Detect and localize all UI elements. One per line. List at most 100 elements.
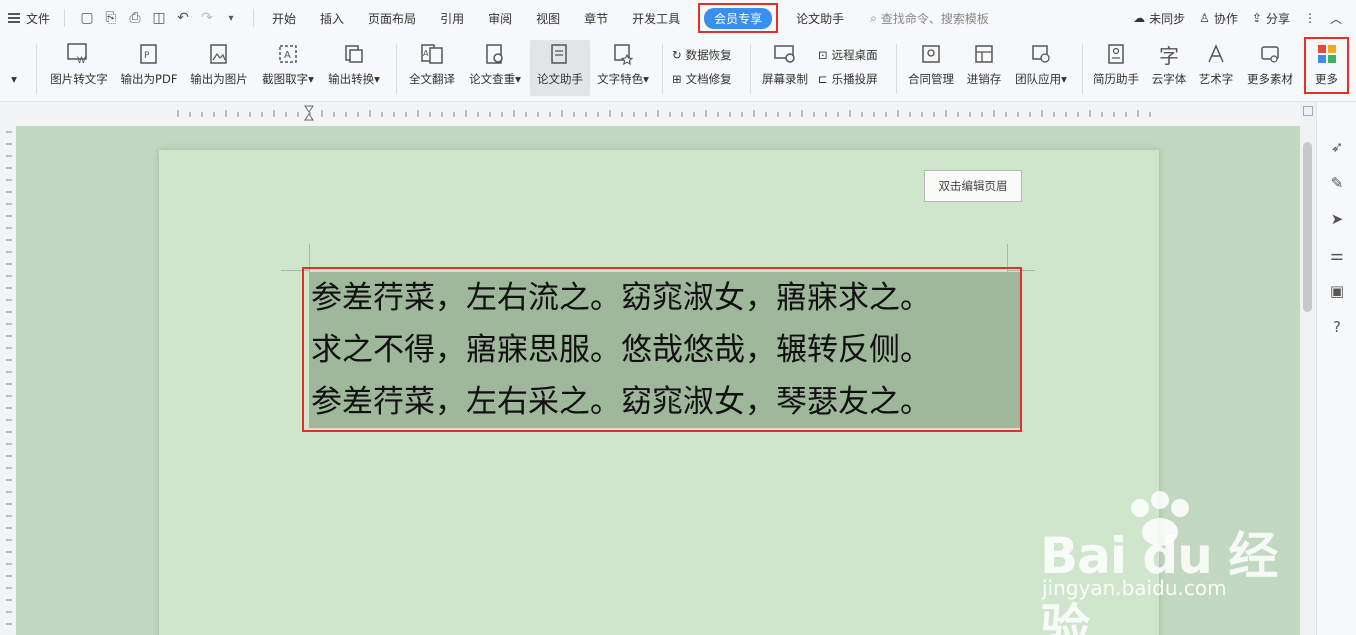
collapse-ribbon-icon[interactable]: ︿: [1330, 10, 1342, 27]
share-label: 分享: [1265, 11, 1290, 26]
tab-sections[interactable]: 章节: [572, 0, 620, 36]
ribbon: ▾ W 图片转文字 P 输出为PDF 输出为图片 A 截图取字▾ 输出转换▾ A: [0, 36, 1356, 102]
word-art-button[interactable]: 艺术字: [1194, 40, 1238, 96]
pdf-icon: P: [135, 40, 163, 68]
screenshot-ocr-button[interactable]: A 截图取字▾: [256, 40, 320, 96]
more-options-icon[interactable]: ⋮: [1304, 11, 1316, 25]
separator: [662, 44, 663, 94]
watermark-url: jingyan.baidu.com: [1042, 576, 1227, 600]
scrollbar-thumb[interactable]: [1303, 142, 1312, 312]
separator: [896, 44, 897, 94]
export-convert-button[interactable]: 输出转换▾: [324, 40, 384, 96]
cast-screen-button[interactable]: ⊏ 乐播投屏: [818, 68, 878, 90]
repair-icon: ⊞: [672, 72, 682, 86]
image-settings-icon[interactable]: ▣: [1328, 282, 1346, 300]
image-to-text-button[interactable]: W 图片转文字: [46, 40, 112, 96]
ribbon-tabs: 开始 插入 页面布局 引用 审阅 视图 章节 开发工具 会员专享 论文助手: [260, 0, 856, 36]
cast-icon: ⊏: [818, 72, 828, 86]
full-translate-button[interactable]: A 全文翻译: [402, 40, 462, 96]
font-icon: 字: [1159, 43, 1179, 68]
translate-icon: A: [418, 40, 446, 68]
screen-record-icon: [771, 40, 799, 68]
save-icon[interactable]: ▢: [77, 8, 97, 28]
edit-header-tip[interactable]: 双击编辑页眉: [924, 170, 1022, 202]
plagiarism-check-button[interactable]: 论文查重▾: [464, 40, 526, 96]
remote-desktop-button[interactable]: ⊡ 远程桌面: [818, 44, 878, 66]
user-icon: ♙: [1199, 11, 1210, 25]
more-materials-button[interactable]: 更多素材: [1242, 40, 1298, 96]
file-menu-label: 文件: [26, 11, 51, 26]
vertical-scrollbar[interactable]: [1300, 102, 1316, 635]
print-preview-icon[interactable]: ◫: [149, 8, 169, 28]
tab-member-exclusive-label: 会员专享: [704, 7, 773, 29]
redo-icon[interactable]: ↷: [197, 8, 217, 28]
data-recovery-button[interactable]: ↻ 数据恢复: [672, 44, 732, 66]
sync-label: 未同步: [1149, 11, 1186, 26]
resume-assistant-button[interactable]: 简历助手: [1088, 40, 1144, 96]
scroll-top-icon[interactable]: [1303, 106, 1313, 116]
pen-icon[interactable]: ✎: [1328, 174, 1346, 192]
collaborate-button[interactable]: ♙ 协作: [1199, 10, 1238, 27]
sync-status[interactable]: ☁ 未同步: [1133, 10, 1185, 27]
tab-member-exclusive[interactable]: 会员专享: [698, 3, 779, 33]
separator: [750, 44, 751, 94]
print-icon[interactable]: ⎙: [125, 8, 145, 28]
export-pdf-button[interactable]: P 输出为PDF: [116, 40, 182, 96]
word-art-icon: [1202, 40, 1230, 68]
cursor-icon[interactable]: ➤: [1328, 210, 1346, 228]
rocket-icon[interactable]: ➶: [1328, 138, 1346, 156]
tab-review[interactable]: 审阅: [476, 0, 524, 36]
tab-start[interactable]: 开始: [260, 0, 308, 36]
quick-access-toolbar: ▢ ⎘ ⎙ ◫ ↶ ↷ ▾: [71, 8, 247, 28]
convert-icon: [340, 40, 368, 68]
image-to-text-icon: W: [65, 40, 93, 68]
ruler-ticks: [177, 105, 1151, 121]
contract-icon: [917, 40, 945, 68]
thesis-assistant-button[interactable]: 论文助手: [530, 40, 590, 96]
document-repair-button[interactable]: ⊞ 文档修复: [672, 68, 732, 90]
export-pdf-icon[interactable]: ⎘: [101, 8, 121, 28]
file-menu[interactable]: 文件: [0, 0, 58, 36]
text-feature-button[interactable]: 文字特色▾: [592, 40, 654, 96]
svg-text:W: W: [77, 56, 86, 65]
materials-icon: [1256, 40, 1284, 68]
team-icon: [1027, 40, 1055, 68]
sliders-icon[interactable]: ⚌: [1328, 246, 1346, 264]
tab-insert[interactable]: 插入: [308, 0, 356, 36]
cloud-font-button[interactable]: 字 云字体: [1146, 40, 1192, 96]
document-page[interactable]: 双击编辑页眉 参差荇菜，左右流之。窈窕淑女，寤寐求之。 求之不得，寤寐思服。悠哉…: [159, 150, 1159, 635]
ribbon-cut-off-item[interactable]: ▾: [0, 40, 28, 96]
tab-page-layout[interactable]: 页面布局: [356, 0, 428, 36]
tab-developer[interactable]: 开发工具: [620, 0, 692, 36]
contract-manage-button[interactable]: 合同管理: [902, 40, 960, 96]
search-placeholder: 查找命令、搜索模板: [880, 11, 989, 26]
document-check-icon: [481, 40, 509, 68]
separator: [253, 9, 255, 27]
svg-text:A: A: [284, 50, 291, 61]
vertical-ruler[interactable]: [0, 126, 16, 635]
inventory-button[interactable]: 进销存: [962, 40, 1006, 96]
screenshot-text-icon: A: [274, 40, 302, 68]
help-icon[interactable]: ?: [1328, 318, 1346, 336]
customize-chevron-icon[interactable]: ▾: [221, 8, 241, 28]
share-button[interactable]: ⇪ 分享: [1252, 10, 1290, 27]
horizontal-ruler[interactable]: [0, 102, 1300, 126]
indent-marker-icon: [304, 105, 314, 121]
separator: [396, 44, 397, 94]
undo-icon[interactable]: ↶: [173, 8, 193, 28]
tab-thesis-assistant[interactable]: 论文助手: [784, 0, 856, 36]
document-canvas[interactable]: 双击编辑页眉 参差荇菜，左右流之。窈窕淑女，寤寐求之。 求之不得，寤寐思服。悠哉…: [16, 126, 1300, 635]
right-side-panel: ➶ ✎ ➤ ⚌ ▣ ?: [1316, 102, 1356, 635]
tab-references[interactable]: 引用: [428, 0, 476, 36]
command-search[interactable]: ⌕ 查找命令、搜索模板: [856, 10, 989, 27]
tab-view[interactable]: 视图: [524, 0, 572, 36]
cloud-icon: ☁: [1133, 11, 1146, 25]
team-apps-button[interactable]: 团队应用▾: [1010, 40, 1072, 96]
export-image-button[interactable]: 输出为图片: [186, 40, 252, 96]
selection-highlight-frame: [302, 267, 1022, 432]
screen-record-button[interactable]: 屏幕录制: [756, 40, 814, 96]
watermark: Bai du 经验 jingyan.baidu.com: [1040, 490, 1300, 635]
recovery-icon: ↻: [672, 48, 682, 62]
inventory-icon: [970, 40, 998, 68]
image-icon: [205, 40, 233, 68]
